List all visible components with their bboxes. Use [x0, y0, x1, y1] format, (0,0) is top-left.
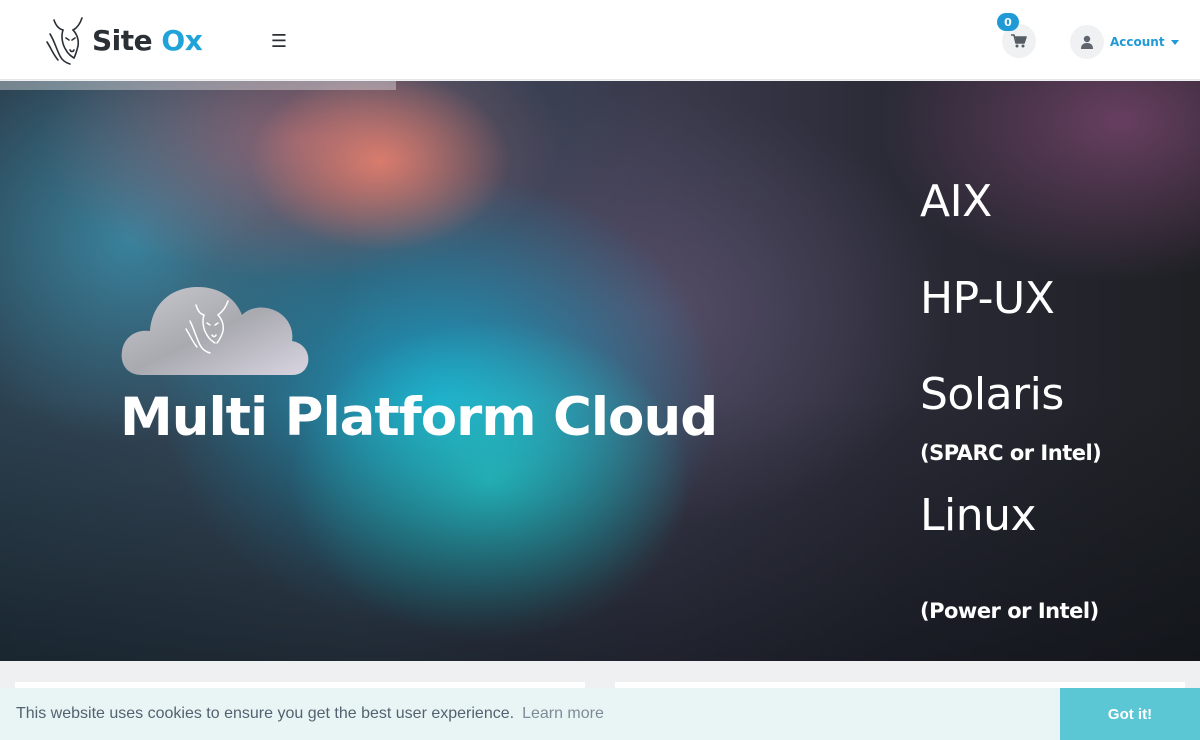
avatar — [1070, 25, 1104, 59]
slide-progress-bar — [0, 81, 396, 90]
menu-icon[interactable]: ☰ — [266, 28, 292, 54]
chevron-down-icon — [1170, 39, 1179, 45]
account-menu-button[interactable]: Account — [1070, 24, 1179, 60]
platform-aix: AIX — [920, 176, 992, 227]
platform-list: AIX HP-UX Solaris (SPARC or Intel) Linux… — [920, 81, 1190, 661]
shopping-cart-icon — [1011, 34, 1027, 48]
cookie-banner: This website uses cookies to ensure you … — [0, 688, 1200, 740]
platform-linux: Linux — [920, 490, 1037, 541]
logo-word-site: Site — [92, 23, 153, 57]
platform-hpux: HP-UX — [920, 273, 1055, 324]
cloud-ox-logo-icon — [121, 287, 309, 375]
cart-count-badge: 0 — [997, 13, 1019, 31]
user-icon — [1081, 35, 1093, 49]
cookie-accept-button[interactable]: Got it! — [1060, 688, 1200, 740]
cookie-message: This website uses cookies to ensure you … — [16, 705, 515, 722]
cookie-learn-more-link[interactable]: Learn more — [522, 705, 604, 723]
logo-text: Site Ox — [92, 23, 203, 57]
hero-banner: Multi Platform Cloud AIX HP-UX Solaris (… — [0, 81, 1200, 661]
account-label: Account — [1110, 35, 1165, 49]
platform-linux-note: (Power or Intel) — [920, 599, 1099, 623]
site-logo[interactable]: Site Ox — [44, 14, 204, 66]
platform-solaris-note: (SPARC or Intel) — [920, 441, 1102, 465]
ox-head-icon — [46, 17, 83, 65]
hero-title: Multi Platform Cloud — [120, 387, 718, 448]
platform-solaris: Solaris — [920, 369, 1064, 420]
logo-word-ox: Ox — [161, 23, 203, 57]
site-header: Site Ox ☰ 0 Account — [0, 0, 1200, 80]
